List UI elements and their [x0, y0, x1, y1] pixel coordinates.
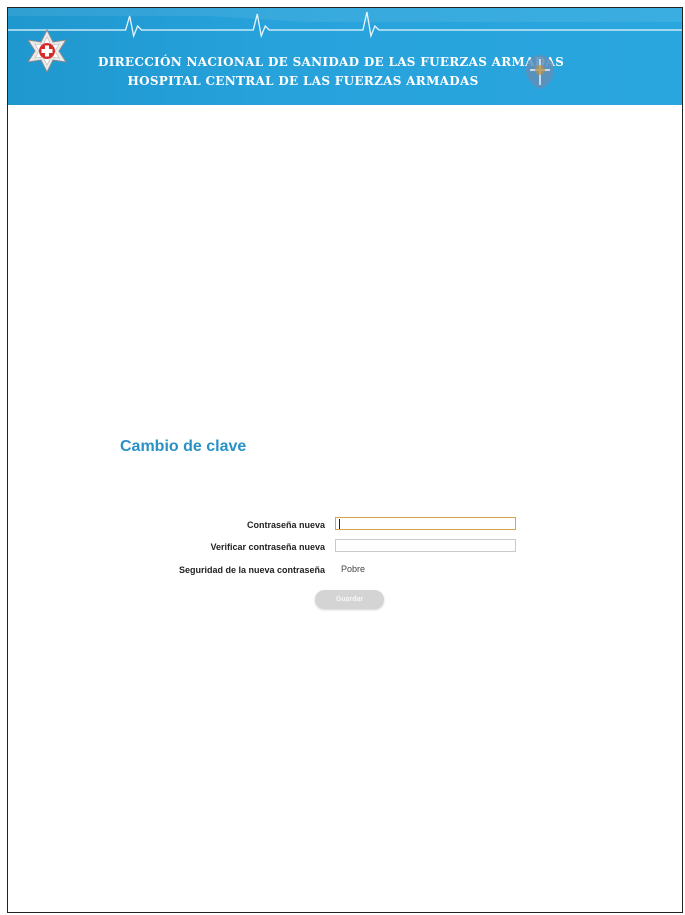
save-button[interactable]: Guardar — [315, 590, 384, 609]
password-strength-value: Pobre — [341, 564, 366, 574]
page-title: Cambio de clave — [120, 438, 247, 455]
new-password-input[interactable] — [335, 517, 516, 530]
verify-password-label: Verificar contraseña nueva — [210, 542, 325, 552]
new-password-label: Contraseña nueva — [246, 520, 325, 530]
emblem-icon — [526, 55, 554, 89]
header-title-line2: HOSPITAL CENTRAL DE LAS FUERZAS ARMADAS — [127, 74, 479, 88]
header-banner: DIRECCIÓN NACIONAL DE SANIDAD DE LAS FUE… — [8, 8, 682, 105]
page-frame: DIRECCIÓN NACIONAL DE SANIDAD DE LAS FUE… — [7, 7, 683, 913]
verify-password-input[interactable] — [335, 539, 516, 552]
ecg-line-icon — [8, 8, 682, 38]
header-title-line1: DIRECCIÓN NACIONAL DE SANIDAD DE LAS FUE… — [98, 55, 565, 69]
password-strength-label: Seguridad de la nueva contraseña — [178, 565, 325, 575]
star-red-cross-icon — [26, 28, 68, 74]
text-cursor — [339, 519, 340, 529]
